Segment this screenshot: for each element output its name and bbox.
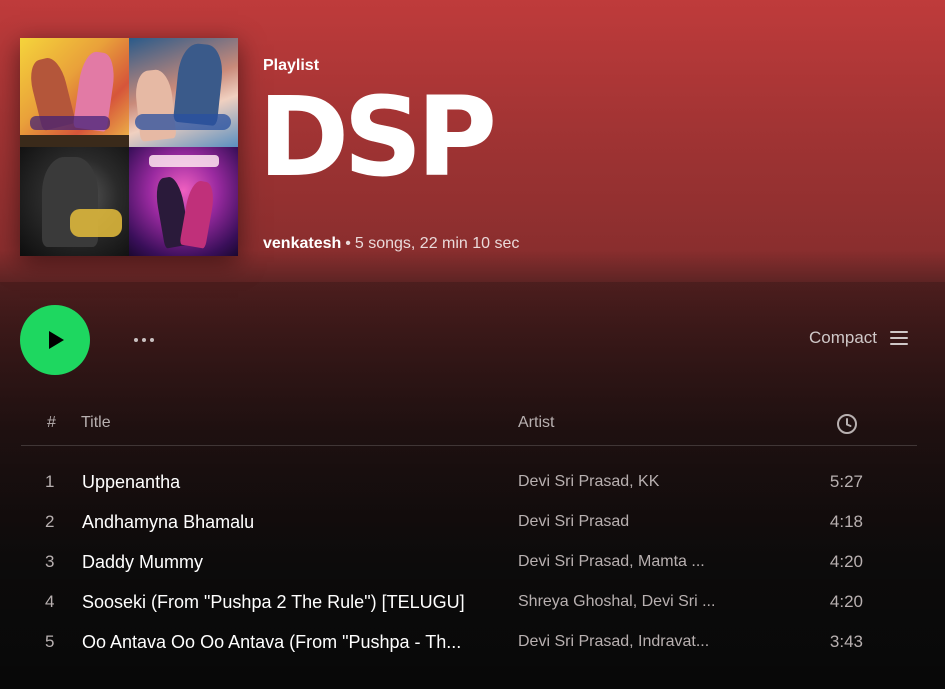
cover-title-art [70,209,122,237]
list-icon [890,331,908,345]
track-duration: 3:43 [829,632,863,651]
track-artist[interactable]: Devi Sri Prasad, Mamta ... [518,553,728,571]
track-row[interactable]: 4 Sooseki (From "Pushpa 2 The Rule") [TE… [21,582,917,622]
track-table-header: # Title Artist [21,402,917,446]
view-mode-label: Compact [808,328,877,347]
more-icon [142,338,146,342]
track-title[interactable]: Andhamyna Bhamalu [82,512,496,533]
track-number: 2 [45,512,55,531]
more-icon [150,338,154,342]
track-title[interactable]: Daddy Mummy [82,552,496,573]
playlist-owner-link[interactable]: venkatesh [263,235,341,252]
playlist-page: Playlist DSP venkatesh • 5 songs, 22 min 1… [0,0,945,689]
track-artist[interactable]: Devi Sri Prasad, Indravat... [518,633,728,651]
track-duration: 4:20 [829,592,863,611]
more-icon [134,338,138,342]
playlist-cover[interactable] [20,38,238,256]
track-row[interactable]: 3 Daddy Mummy Devi Sri Prasad, Mamta ...… [21,542,917,582]
track-number: 1 [45,472,55,491]
track-artist[interactable]: Devi Sri Prasad, KK [518,473,728,491]
play-icon [49,331,64,349]
track-duration: 5:27 [829,472,863,491]
meta-separator: • [345,235,351,252]
track-duration: 4:18 [829,512,863,531]
playlist-summary: 5 songs, 22 min 10 sec [354,235,520,252]
more-options-button[interactable] [124,330,164,350]
track-title[interactable]: Oo Antava Oo Oo Antava (From "Pushpa - T… [82,632,496,653]
cover-tile-4 [129,147,238,256]
clock-icon[interactable] [836,413,858,435]
cover-figure [133,68,177,142]
column-artist[interactable]: Artist [518,414,554,432]
playlist-title[interactable]: DSP [258,79,497,196]
cover-title-art [135,114,231,130]
track-row[interactable]: 2 Andhamyna Bhamalu Devi Sri Prasad 4:18 [21,502,917,542]
track-title[interactable]: Sooseki (From "Pushpa 2 The Rule") [TELU… [82,592,496,613]
cover-tile-3 [20,147,129,256]
cover-figure [179,179,217,249]
column-title[interactable]: Title [81,414,111,432]
cover-tile-2 [129,38,238,147]
cover-title-art [149,155,219,167]
cover-tile-1 [20,38,129,147]
cover-strip [20,135,129,147]
column-number: # [47,414,56,431]
play-button[interactable] [20,305,90,375]
view-mode-toggle[interactable]: Compact [809,328,909,348]
track-number: 5 [45,632,55,651]
track-row[interactable]: 1 Uppenantha Devi Sri Prasad, KK 5:27 [21,462,917,502]
playlist-meta: venkatesh • 5 songs, 22 min 10 sec [263,235,519,253]
cover-title-art [30,116,110,130]
track-duration: 4:20 [829,552,863,571]
track-number: 3 [45,552,55,571]
track-number: 4 [45,592,55,611]
track-list: 1 Uppenantha Devi Sri Prasad, KK 5:27 2 … [21,462,917,662]
track-artist[interactable]: Shreya Ghoshal, Devi Sri ... [518,593,728,611]
track-artist[interactable]: Devi Sri Prasad [518,513,728,531]
track-title[interactable]: Uppenantha [82,472,496,493]
track-row[interactable]: 5 Oo Antava Oo Oo Antava (From "Pushpa -… [21,622,917,662]
